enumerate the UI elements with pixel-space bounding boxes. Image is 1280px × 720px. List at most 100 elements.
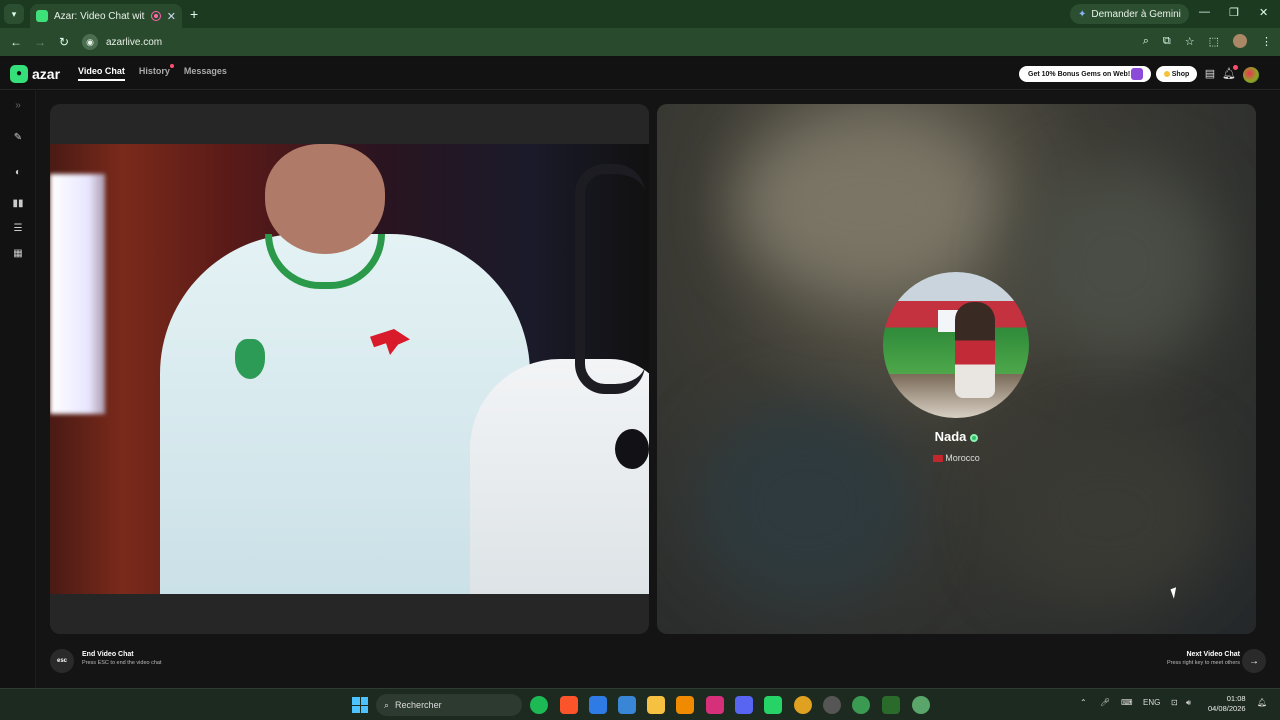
discord-icon[interactable] — [735, 696, 753, 714]
browser-tab-bar: ▾ Azar: Video Chat with New ✕ + ✦ Demand… — [0, 0, 1280, 28]
match-country: Morocco — [945, 453, 980, 463]
profile-avatar[interactable] — [1233, 34, 1247, 48]
taskbar-search[interactable]: ⌕ Rechercher — [376, 694, 522, 716]
filter-icon[interactable]: ◐ — [11, 166, 25, 180]
steam-icon[interactable] — [823, 696, 841, 714]
instagram-icon[interactable] — [706, 696, 724, 714]
nav-video-chat[interactable]: Video Chat — [78, 66, 125, 81]
clock-time: 01:08 — [1226, 694, 1246, 703]
browser-tab-azar[interactable]: Azar: Video Chat with New ✕ — [30, 4, 182, 28]
tab-search-menu-icon[interactable]: ▾ — [4, 4, 24, 24]
menu-kebab-icon[interactable]: ⋮ — [1261, 35, 1272, 48]
next-chat-button[interactable]: → — [1242, 649, 1266, 673]
bookmark-star-icon[interactable]: ☆ — [1185, 35, 1195, 48]
bonus-gems-promo-button[interactable]: Get 10% Bonus Gems on Web! — [1019, 66, 1151, 82]
match-name: Nada — [934, 429, 967, 444]
tab-title: Azar: Video Chat with New — [54, 10, 145, 22]
end-chat-hint: Press ESC to end the video chat — [82, 660, 162, 666]
play-app-icon[interactable] — [882, 696, 900, 714]
clock[interactable]: 01:08 04/08/2026 — [1208, 694, 1246, 714]
shop-button[interactable]: Shop — [1156, 66, 1197, 82]
reload-icon[interactable]: ↻ — [52, 35, 76, 49]
restore-icon[interactable]: ❐ — [1229, 6, 1239, 19]
chrome-active-icon[interactable] — [912, 696, 930, 714]
match-name-row: Nada — [657, 429, 1256, 444]
next-chat-title: Next Video Chat — [1186, 651, 1240, 658]
match-profile-photo[interactable] — [883, 272, 1029, 418]
left-toolbar: » ✎ ◐ ▮▮ ☰ ▦ — [0, 91, 36, 688]
nav-messages[interactable]: Messages — [184, 66, 227, 81]
gift-icon — [1131, 68, 1143, 80]
logo-text: azar — [32, 65, 61, 82]
close-window-icon[interactable]: ✕ — [1259, 6, 1268, 19]
end-chat-text: End Video Chat Press ESC to end the vide… — [82, 651, 162, 666]
windows-taskbar: ⌕ Rechercher ⌃ 🎤︎ ⌨ ENG ⊡ 🔊︎ 01:08 04/08… — [0, 688, 1280, 720]
headset — [575, 164, 645, 394]
spotify-icon[interactable] — [530, 696, 548, 714]
blur-bg — [997, 424, 1217, 604]
background-window-light — [50, 174, 105, 414]
expand-chevron-icon[interactable]: » — [11, 99, 25, 113]
user-avatar[interactable] — [1243, 67, 1259, 83]
layout-grid-icon[interactable]: ▦ — [11, 247, 25, 261]
jersey-crest — [235, 339, 265, 379]
layout-stacked-icon[interactable]: ☰ — [11, 222, 25, 236]
address-bar: ← → ↻ ◉ azarlive.com ⌕ ⧉ ☆ ⬚ ⋮ — [0, 28, 1280, 56]
blur-bg — [737, 114, 997, 294]
shop-label: Shop — [1171, 70, 1190, 78]
gemini-button[interactable]: ✦ Demander à Gemini — [1070, 4, 1189, 24]
minimize-icon[interactable]: — — [1199, 6, 1210, 18]
blur-bg — [1017, 164, 1217, 364]
person-face — [265, 144, 385, 254]
extensions-icon[interactable]: ⬚ — [1209, 35, 1219, 48]
person-figure — [955, 302, 995, 398]
notification-center-icon[interactable]: 🔔︎ — [1257, 698, 1267, 707]
nav-history[interactable]: History — [138, 64, 174, 81]
chat-controls: esc End Video Chat Press ESC to end the … — [36, 645, 1280, 679]
mic-icon[interactable]: 🎤︎ — [1100, 698, 1110, 707]
end-chat-title: End Video Chat — [82, 651, 134, 658]
windows-start-icon[interactable] — [352, 697, 368, 713]
online-status-icon — [970, 433, 979, 442]
nav-history-label: History — [138, 66, 170, 76]
chrome-icon[interactable] — [794, 696, 812, 714]
app-header: ● azar Video Chat History Messages Get 1… — [0, 58, 1280, 90]
brave-icon[interactable] — [560, 696, 578, 714]
match-country-row: Morocco — [657, 453, 1256, 463]
notification-badge — [1233, 65, 1238, 70]
back-icon[interactable]: ← — [4, 35, 28, 49]
history-new-dot — [169, 64, 174, 68]
close-tab-icon[interactable]: ✕ — [167, 10, 176, 23]
azar-logo[interactable]: ● azar — [10, 64, 61, 83]
promo-label: Get 10% Bonus Gems on Web! — [1028, 70, 1131, 78]
language-indicator[interactable]: ENG — [1143, 698, 1160, 707]
layout-side-by-side-icon[interactable]: ▮▮ — [11, 197, 25, 211]
store-icon[interactable] — [618, 696, 636, 714]
vlc-icon[interactable] — [676, 696, 694, 714]
azar-logo-icon: ● — [10, 64, 28, 83]
zoom-icon[interactable]: ⌕ — [1143, 35, 1149, 48]
whatsapp-icon[interactable] — [764, 696, 782, 714]
new-tab-button[interactable]: + — [190, 6, 198, 22]
forward-icon[interactable]: → — [28, 35, 52, 49]
gemini-label: Demander à Gemini — [1091, 8, 1181, 20]
next-chat-hint: Press right key to meet others — [1166, 660, 1240, 666]
second-person — [470, 359, 649, 594]
omnibox[interactable]: ◉ azarlive.com — [82, 34, 162, 50]
site-info-icon[interactable]: ◉ — [82, 34, 98, 50]
inbox-icon[interactable]: ▤ — [1203, 67, 1217, 81]
recording-indicator-icon — [150, 11, 161, 21]
keyboard-icon[interactable]: ⌨ — [1121, 698, 1133, 707]
morocco-flag-icon — [933, 455, 944, 463]
magic-wand-icon[interactable]: ✎ — [11, 131, 25, 145]
chrome-profile-icon[interactable] — [852, 696, 870, 714]
network-icon[interactable]: ⊡ — [1171, 698, 1178, 707]
volume-icon[interactable]: 🔊︎ — [1186, 698, 1191, 708]
taskbar-search-placeholder: Rechercher — [395, 700, 442, 710]
cast-icon[interactable]: ⧉ — [1163, 35, 1171, 48]
clock-date: 04/08/2026 — [1208, 704, 1246, 713]
tray-chevron-icon[interactable]: ⌃ — [1080, 698, 1087, 707]
end-chat-button[interactable]: esc — [50, 649, 74, 673]
shield-icon[interactable] — [589, 696, 607, 714]
file-explorer-icon[interactable] — [647, 696, 665, 714]
